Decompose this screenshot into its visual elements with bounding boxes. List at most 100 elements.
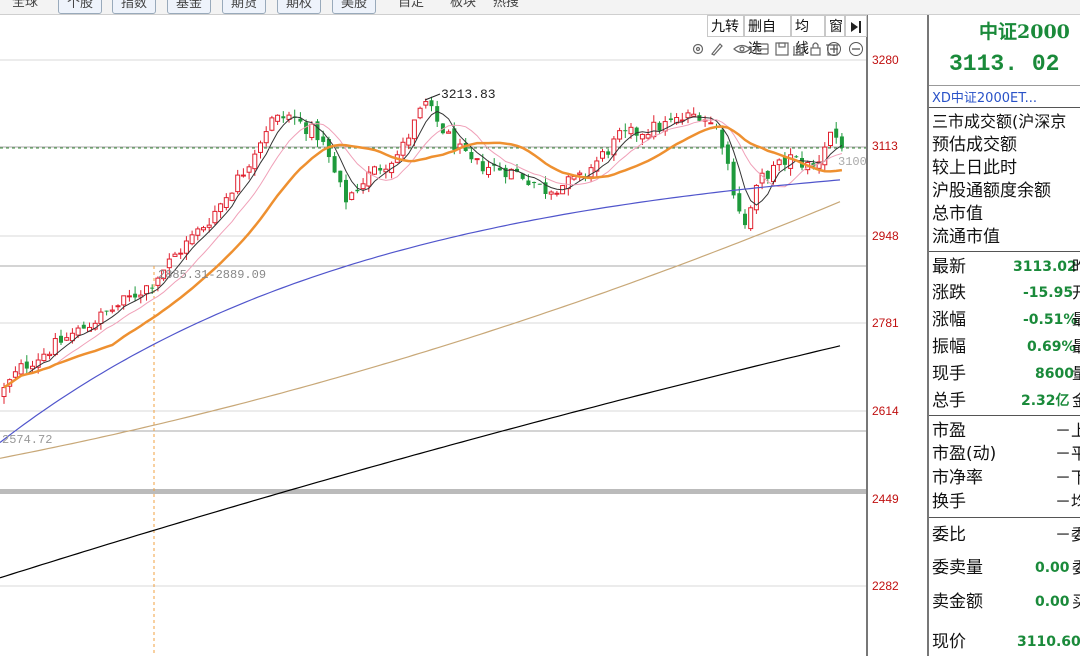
price-axis-label: 3113 [872,139,898,153]
price-axis-label: 3280 [872,53,899,67]
candle-body [183,240,189,254]
window-button[interactable]: 窗 [825,15,845,37]
candle-body [246,166,252,173]
top-tab-strip: 全球 个股 指数 基金 期货 期权 美股 自定 板块 热搜 [0,0,1080,15]
candle-body [355,189,360,192]
candle-body [548,191,554,195]
order-diff-tail: 委 [1072,557,1080,579]
candle-body [338,170,343,183]
candle-body [223,197,229,208]
pb-label: 市净率 [932,468,983,488]
candle-body [263,131,269,144]
quote-amplitude-tail: 最 [1072,336,1080,358]
turnover-label: 三市成交额(沪深京 [932,112,1067,131]
candle-body [651,121,657,138]
high-price-label: 3213.83 [441,87,496,102]
candle-body [708,122,714,125]
sell-amount-label: 卖金额 [932,592,983,612]
tab-index[interactable]: 指数 [112,0,157,14]
tab-global[interactable]: 全球 [4,0,46,12]
candle-body [150,287,155,289]
hand-icon[interactable] [793,43,804,56]
candlestick-chart[interactable]: 3213.83 2885.31-2889.09 2574.72 3100. [0,15,874,656]
candle-body [360,183,366,190]
lock-icon[interactable] [810,42,821,56]
quote-last-vol-label: 现手 [932,364,966,384]
quote-latest-value: 3113.02 [1013,259,1077,275]
candle-body [452,128,457,150]
candle-body [372,166,377,175]
quote-latest-tail: 昨 [1072,256,1080,278]
candle-body [64,337,70,341]
candle-body [446,131,452,134]
candle-body [435,106,440,122]
quote-pct-tail: 最 [1072,309,1080,331]
tab-fund[interactable]: 基金 [167,0,212,14]
ma250-line [0,345,841,579]
tab-options[interactable]: 期权 [277,0,322,14]
tab-sector[interactable]: 板块 [442,0,484,12]
candle-body [411,119,417,140]
high-marker [424,93,441,101]
price-axis-label: 2614 [872,404,899,418]
candle-body [75,327,81,336]
candle-body [577,172,583,175]
candle-body [12,371,18,378]
candle-body [115,305,121,308]
candle-body [480,161,485,172]
related-etf-link[interactable]: XD中证2000ET... [932,87,1037,106]
candle-body [98,311,104,324]
tab-hot-search[interactable]: 热搜 [485,0,527,12]
candle-body [526,180,531,186]
candle-body [212,210,218,224]
hide-icon[interactable] [755,43,769,55]
pe-dynamic-value: －平 [1055,444,1080,463]
tab-custom[interactable]: 自定 [390,0,432,12]
quote-change-label: 涨跌 [932,283,966,303]
candle-body [639,133,645,140]
moving-average-button[interactable]: 均线 [791,15,825,57]
candle-body [474,158,480,161]
price-axis-label: 2449 [872,492,899,506]
candle-body [657,122,662,131]
candle-body [41,353,47,362]
quote-last-vol-value: 8600 [1035,366,1074,382]
separator-bar [0,489,868,494]
candle-body [834,128,839,138]
pe-dynamic-label: 市盈(动) [932,444,997,464]
zoom-out-icon[interactable] [848,41,864,57]
tab-stocks[interactable]: 个股 [58,0,103,14]
candle-body [748,207,754,230]
candle-body [400,141,406,156]
zoom-in-icon[interactable] [826,41,842,57]
candle-body [554,192,560,195]
candle-body [623,130,628,132]
quote-panel: 中证2000 3113. 02 XD中证2000ET... 三市成交额(沪深京 … [927,15,1080,656]
sell-amount-tail: 买 [1072,591,1080,613]
ma-readout-label: 3100. [838,155,868,169]
nine-turn-button[interactable]: 九转 [707,15,744,37]
candle-body [24,361,29,369]
settings-icon[interactable] [692,43,704,55]
candle-body [189,234,195,245]
candle-body [720,129,725,148]
candle-body [195,228,201,236]
price-axis-label: 2282 [872,579,899,593]
candle-body [776,159,782,166]
tab-us-stocks[interactable]: 美股 [332,0,377,14]
save-icon[interactable] [775,42,789,56]
delete-watchlist-button[interactable]: 删自选 [744,15,791,57]
tab-futures[interactable]: 期货 [222,0,267,14]
ma60-line [0,179,841,443]
quote-pct-value: -0.51% [1023,312,1078,328]
candle-body [668,118,673,121]
panel-toggle-icon[interactable] [845,15,867,37]
candle-body [166,258,172,269]
estimated-turnover-label: 预估成交额 [932,135,1017,155]
turnover-rate-value: －均 [1055,492,1080,511]
quote-change-tail: 开 [1072,282,1080,304]
candle-body [606,151,611,155]
candle-body [486,166,491,176]
pen-icon[interactable] [711,43,723,56]
eye-icon[interactable] [733,44,751,54]
